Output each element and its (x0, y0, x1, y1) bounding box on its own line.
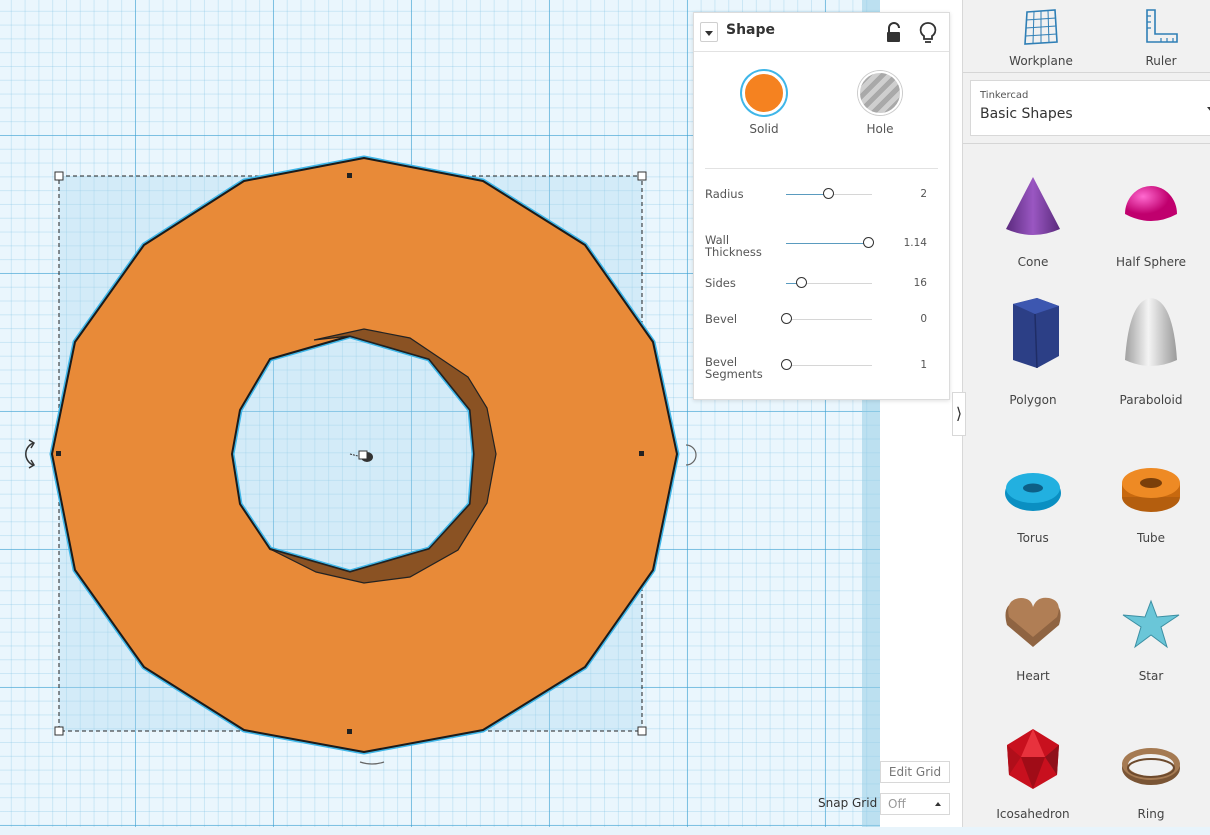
inspector-divider (705, 168, 938, 169)
shape-library-dropdown[interactable]: Tinkercad Basic Shapes (970, 80, 1210, 136)
shape-label: Cone (1017, 255, 1049, 269)
snap-grid-select[interactable]: Off (880, 793, 950, 815)
shapes-panel: Workplane Ruler Tinkercad Basic Shapes C… (962, 0, 1210, 827)
hole-button[interactable]: Hole (845, 71, 915, 143)
param-value[interactable]: 0 (920, 313, 927, 325)
shape-tile-tube[interactable]: Tube (1096, 439, 1206, 559)
slider-knob[interactable] (862, 237, 874, 248)
rotate-handle-left[interactable] (25, 439, 36, 469)
shape-inspector: Shape Solid Hole Radius 2 Wall Thickness 1.… (693, 12, 950, 400)
shape-tile-ring[interactable]: Ring (1096, 715, 1206, 835)
panel-divider (963, 72, 1210, 73)
workplane-icon (1024, 9, 1058, 45)
solid-color-swatch[interactable] (742, 71, 786, 115)
shape-tile-half-sphere[interactable]: Half Sphere (1096, 163, 1206, 283)
hole-swatch[interactable] (858, 71, 902, 115)
shape-label: Heart (1016, 669, 1050, 683)
hole-label: Hole (866, 122, 894, 136)
param-row: Bevel 0 (694, 312, 949, 350)
slider-fill (786, 194, 829, 195)
shape-label: Icosahedron (996, 807, 1070, 821)
workplane-tool[interactable]: Workplane (996, 8, 1086, 68)
polygon-icon (1013, 298, 1059, 369)
slider-knob[interactable] (823, 188, 835, 199)
tube-icon (1122, 468, 1180, 512)
slider-fill (786, 243, 868, 244)
slider-knob[interactable] (796, 277, 808, 288)
param-row: Wall Thickness 1.14 (694, 232, 949, 266)
param-value[interactable]: 2 (920, 188, 927, 200)
shape-label: Torus (1017, 531, 1049, 545)
snap-grid-value: Off (888, 797, 906, 811)
cone-icon (1006, 177, 1060, 235)
ruler-tool[interactable]: Ruler (1116, 8, 1206, 68)
inspector-header: Shape (694, 13, 949, 52)
shape-tile-icosahedron[interactable]: Icosahedron (978, 715, 1088, 835)
shape-label: Tube (1136, 531, 1166, 545)
param-label: Radius (705, 187, 744, 201)
param-slider[interactable] (781, 359, 872, 370)
shape-label: Half Sphere (1115, 255, 1187, 269)
param-slider[interactable] (786, 237, 874, 248)
star-icon (1122, 599, 1180, 649)
lightbulb-icon[interactable] (918, 21, 938, 45)
rotate-handle-bottom[interactable] (359, 761, 385, 765)
param-row: Bevel Segments 1 (694, 354, 949, 388)
heart-icon (1005, 597, 1061, 647)
param-label: Wall Thickness (705, 233, 762, 259)
shape-tile-star[interactable]: Star (1096, 577, 1206, 697)
panel-divider (963, 143, 1210, 144)
solid-label: Solid (749, 122, 779, 136)
slider-knob[interactable] (781, 313, 792, 324)
param-label: Sides (705, 276, 736, 290)
param-label: Bevel Segments (705, 355, 763, 381)
shape-tile-polygon[interactable]: Polygon (978, 298, 1088, 421)
panel-collapse-arrow[interactable]: ⟩ (952, 392, 966, 436)
ring-icon (1122, 748, 1180, 785)
shape-tile-torus[interactable]: Torus (978, 439, 1088, 559)
ruler-icon (1146, 9, 1178, 43)
ruler-label: Ruler (1145, 54, 1177, 68)
shape-tile-heart[interactable]: Heart (978, 577, 1088, 697)
shape-tile-cone[interactable]: Cone (978, 163, 1088, 283)
lock-icon[interactable] (884, 22, 904, 44)
half-sphere-icon (1125, 186, 1177, 221)
solid-button[interactable]: Solid (729, 71, 799, 143)
shape-label: Ring (1137, 807, 1165, 821)
shape-tile-paraboloid[interactable]: Paraboloid (1096, 298, 1206, 421)
rotate-handle-right[interactable] (685, 444, 697, 466)
param-value[interactable]: 1.14 (904, 237, 927, 249)
param-slider[interactable] (786, 277, 872, 288)
slider-knob[interactable] (781, 359, 792, 370)
icosahedron-icon (1007, 729, 1059, 789)
library-name: Basic Shapes (980, 106, 1073, 122)
shape-label: Paraboloid (1119, 393, 1183, 407)
chevron-up-icon (935, 802, 941, 806)
snap-grid-label: Snap Grid (818, 796, 878, 810)
inspector-collapse-button[interactable] (700, 22, 718, 42)
shape-label: Polygon (1009, 393, 1057, 407)
param-row: Radius 2 (694, 187, 949, 225)
param-slider[interactable] (781, 313, 872, 324)
library-caption: Tinkercad (980, 90, 1029, 101)
param-value[interactable]: 16 (914, 277, 927, 289)
param-label: Bevel (705, 312, 738, 326)
torus-icon (1005, 473, 1061, 511)
edit-grid-button[interactable]: Edit Grid (880, 761, 950, 783)
workplane-label: Workplane (1009, 54, 1073, 68)
param-value[interactable]: 1 (920, 359, 927, 371)
inspector-title: Shape (726, 22, 776, 38)
shape-label: Star (1138, 669, 1164, 683)
param-row: Sides 16 (694, 276, 949, 314)
paraboloid-icon (1125, 298, 1177, 366)
param-slider[interactable] (786, 188, 872, 199)
